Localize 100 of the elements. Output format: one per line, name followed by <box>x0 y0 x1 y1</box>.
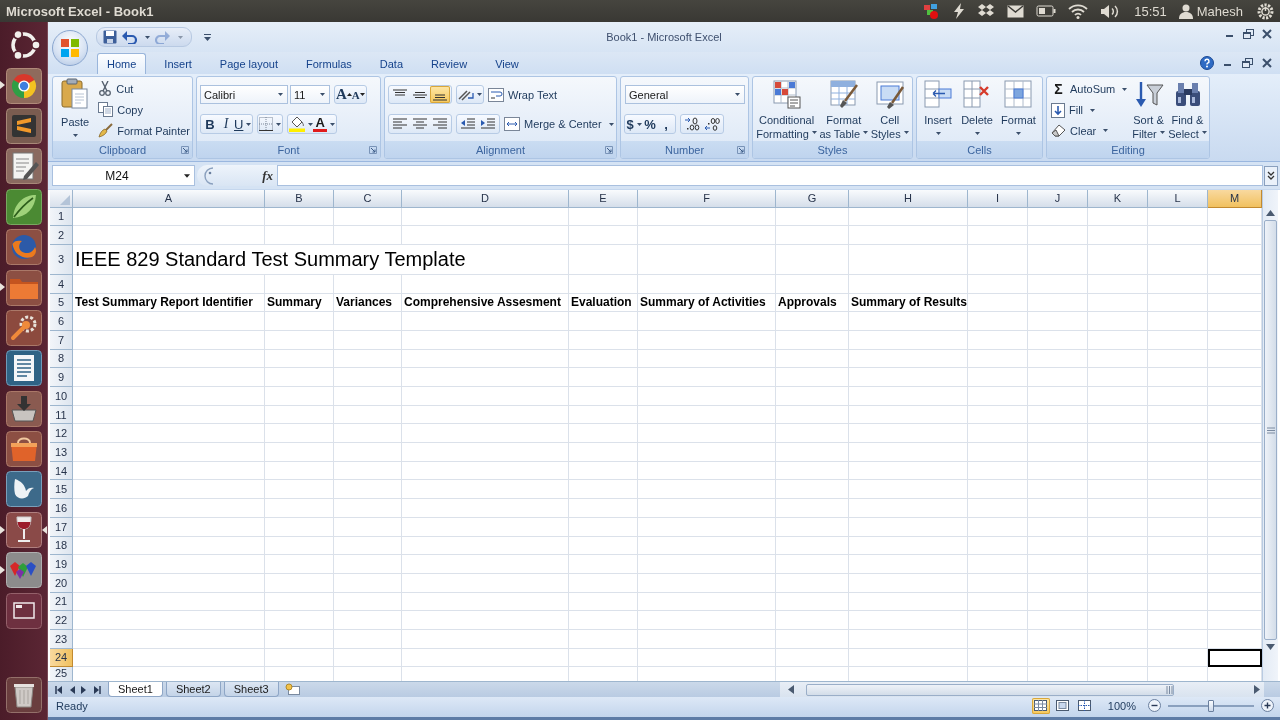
save-icon[interactable] <box>103 30 117 44</box>
sheet-cell[interactable] <box>569 349 638 369</box>
sheet-cell[interactable] <box>1088 226 1148 245</box>
sheet-cell[interactable] <box>1028 573 1088 593</box>
dialog-launcher-icon[interactable] <box>181 146 189 154</box>
sheet-cell[interactable] <box>569 536 638 556</box>
sheet-cell[interactable] <box>402 480 569 500</box>
row-header[interactable]: 15 <box>50 480 73 500</box>
sheet-cell[interactable] <box>402 207 569 227</box>
sheet-cell[interactable] <box>265 312 334 331</box>
format-button[interactable]: Format <box>1001 79 1036 141</box>
sheet-cell[interactable] <box>1028 244 1088 275</box>
sheet-cell[interactable] <box>1088 207 1148 227</box>
dialog-launcher-icon[interactable] <box>737 146 745 154</box>
sheet-cell[interactable] <box>334 517 402 537</box>
sheet-cell[interactable] <box>1028 293 1088 313</box>
sheet-cell[interactable] <box>638 555 776 574</box>
sheet-cell[interactable] <box>265 536 334 556</box>
sheet-cell[interactable] <box>849 387 968 406</box>
sheet-cell[interactable] <box>334 443 402 462</box>
fill-button[interactable]: Fill <box>1051 99 1129 121</box>
row-header[interactable]: 13 <box>50 443 73 462</box>
sheet-cell[interactable] <box>569 592 638 612</box>
document-icon[interactable] <box>5 350 42 387</box>
sheet-cell[interactable] <box>1148 293 1208 313</box>
sheet-cell[interactable] <box>849 555 968 574</box>
increase-decimal-button[interactable] <box>682 115 702 133</box>
sheet-cell[interactable] <box>968 592 1028 612</box>
sheet-cell[interactable] <box>1088 424 1148 444</box>
sheet-cell[interactable] <box>638 629 776 649</box>
sheet-cell[interactable] <box>1028 405 1088 425</box>
zoom-level[interactable]: 100% <box>1107 699 1136 712</box>
download-box-icon[interactable] <box>5 390 42 427</box>
sheet-cell[interactable] <box>849 405 968 425</box>
sheet-cell[interactable] <box>1088 480 1148 500</box>
sheet-cell[interactable] <box>968 424 1028 444</box>
sheet-cell[interactable] <box>968 293 1028 313</box>
row-header[interactable]: 19 <box>50 555 73 574</box>
sheet-cell[interactable] <box>569 573 638 593</box>
zoom-in-icon[interactable] <box>1261 699 1274 712</box>
sheet-cell[interactable] <box>73 330 265 350</box>
sheet-cell[interactable] <box>1028 480 1088 500</box>
sheet-cell[interactable] <box>73 536 265 556</box>
sheet-cell[interactable] <box>776 611 849 630</box>
gear-icon[interactable] <box>1257 2 1274 20</box>
sheet-cell[interactable] <box>334 424 402 444</box>
sheet-cell[interactable] <box>1028 499 1088 518</box>
ribbon-tab[interactable]: Formulas <box>295 53 362 74</box>
gems-icon[interactable] <box>5 552 42 589</box>
sheet-cell[interactable]: Test Summary Report Identifier <box>73 293 265 313</box>
sheet-cell[interactable] <box>1148 368 1208 387</box>
sheet-cell[interactable] <box>968 244 1028 275</box>
sheet-cell[interactable] <box>1028 611 1088 630</box>
sheet-cell[interactable] <box>73 461 265 481</box>
dialog-launcher-icon[interactable] <box>605 146 613 154</box>
row-header[interactable]: 16 <box>50 499 73 518</box>
shrink-font-button[interactable]: A <box>351 86 365 103</box>
ribbon-tab[interactable]: Page layout <box>209 53 288 74</box>
previous-sheet-icon[interactable] <box>69 685 75 694</box>
sheet-cell[interactable] <box>569 312 638 331</box>
sheet-cell[interactable] <box>569 443 638 462</box>
sheet-cell[interactable] <box>1028 368 1088 387</box>
help-icon[interactable] <box>1200 56 1214 70</box>
battery-icon[interactable] <box>1036 5 1057 17</box>
row-header[interactable]: 3 <box>50 244 73 275</box>
paste-button[interactable]: Paste <box>56 78 95 141</box>
restore-icon[interactable] <box>1242 58 1253 68</box>
sheet-cell[interactable] <box>849 274 968 294</box>
sheet-cell[interactable] <box>638 499 776 518</box>
sheet-cell[interactable] <box>1148 611 1208 630</box>
sheet-cell[interactable] <box>968 517 1028 537</box>
sheet-cell[interactable] <box>1028 555 1088 574</box>
first-sheet-icon[interactable] <box>55 685 63 694</box>
wifi-icon[interactable] <box>1068 3 1089 19</box>
sheet-cell[interactable] <box>776 461 849 481</box>
sheet-cell[interactable] <box>1148 555 1208 574</box>
sheet-cell[interactable] <box>1148 312 1208 331</box>
sheet-cell[interactable] <box>402 611 569 630</box>
sheet-cell[interactable] <box>402 536 569 556</box>
sheet-cell[interactable] <box>73 405 265 425</box>
down-arrow-icon[interactable] <box>1266 644 1275 650</box>
last-sheet-icon[interactable] <box>93 685 101 694</box>
select-all-button[interactable] <box>50 190 73 208</box>
sheet-cell[interactable] <box>265 611 334 630</box>
leaf-icon[interactable] <box>5 188 42 225</box>
sheet-cell[interactable] <box>1088 592 1148 612</box>
sheet-cell[interactable] <box>1088 244 1148 275</box>
sheet-cell[interactable] <box>265 480 334 500</box>
sheet-cell[interactable] <box>638 226 776 245</box>
sheet-cell[interactable] <box>1028 387 1088 406</box>
sheet-cell[interactable] <box>265 499 334 518</box>
sheet-cell[interactable] <box>776 274 849 294</box>
dialog-launcher-icon[interactable] <box>369 146 377 154</box>
sheet-cell[interactable] <box>265 648 334 668</box>
sheet-cell[interactable] <box>569 405 638 425</box>
sheet-cell[interactable] <box>638 443 776 462</box>
align-bottom-button[interactable] <box>430 86 450 103</box>
sheet-cell[interactable] <box>402 461 569 481</box>
sheet-cell[interactable] <box>265 274 334 294</box>
sheet-cell[interactable] <box>1088 330 1148 350</box>
